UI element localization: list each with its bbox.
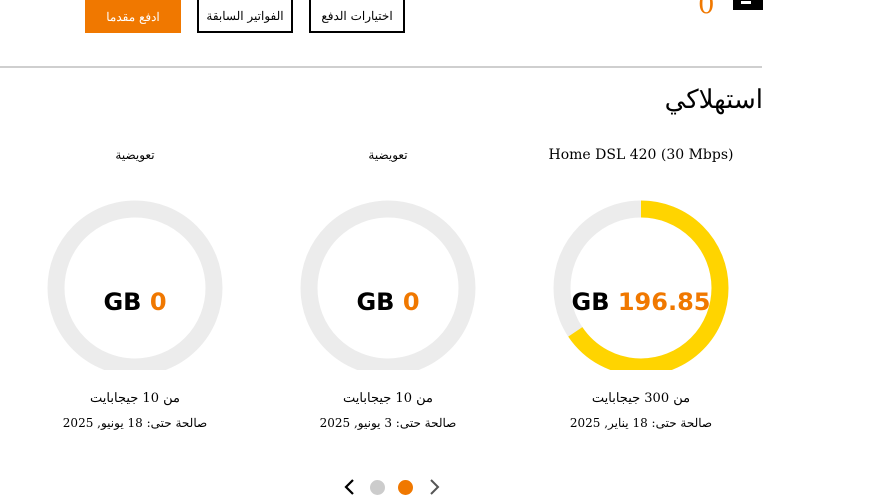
gauge-value: GB 0 [35,290,235,314]
gauge-number: 0 [402,288,420,316]
chevron-left-icon[interactable] [342,478,358,496]
wallet-icon [733,0,763,10]
pager-dot-1[interactable] [370,480,385,495]
usage-gauge: GB 196.85 [541,170,741,370]
balance-value: 0 [698,0,715,20]
pay-advance-button[interactable]: ادفع مقدما [85,0,181,33]
card-plan-name: تعويضية [115,148,155,162]
card-limit: من 300 جيجابايت [591,391,691,406]
card-validity: صالحة حتى: 18 يناير, 2025 [569,416,713,430]
gauge-unit: GB [571,288,610,316]
carousel-pager [340,478,450,498]
card-limit: من 10 جيجابايت [343,391,433,406]
gauge-number: 196.85 [617,288,711,316]
usage-gauge: GB 0 [288,170,488,370]
usage-card-compensation: تعويضية GB 0 من 10 جيجابايت صالحة حتى: 3… [288,140,488,430]
header-divider [0,66,762,68]
usage-card-home-dsl: Home DSL 420 (30 Mbps) GB 196.85 من 300 … [541,140,741,430]
card-plan-name: تعويضية [368,148,408,162]
usage-gauge-svg [300,200,476,370]
usage-card-compensation: تعويضية GB 0 من 10 جيجابايت صالحة حتى: 1… [35,140,235,430]
gauge-value: GB 196.85 [541,290,741,314]
payment-options-button[interactable]: اختيارات الدفع [309,0,405,33]
chevron-right-icon[interactable] [426,478,442,496]
usage-gauge-svg [47,200,223,370]
pager-dot-2[interactable] [398,480,413,495]
card-limit: من 10 جيجابايت [90,391,180,406]
gauge-unit: GB [356,288,395,316]
gauge-value: GB 0 [288,290,488,314]
gauge-number: 0 [149,288,167,316]
gauge-unit: GB [103,288,142,316]
previous-bills-button[interactable]: الفواتير السابقة [197,0,293,33]
usage-gauge: GB 0 [35,170,235,370]
card-plan-name: Home DSL 420 (30 Mbps) [548,147,734,163]
usage-gauge-svg [553,200,729,370]
page-title: استهلاكي [664,85,763,115]
card-validity: صالحة حتى: 18 يونيو, 2025 [62,416,208,430]
card-validity: صالحة حتى: 3 يونيو, 2025 [319,416,457,430]
